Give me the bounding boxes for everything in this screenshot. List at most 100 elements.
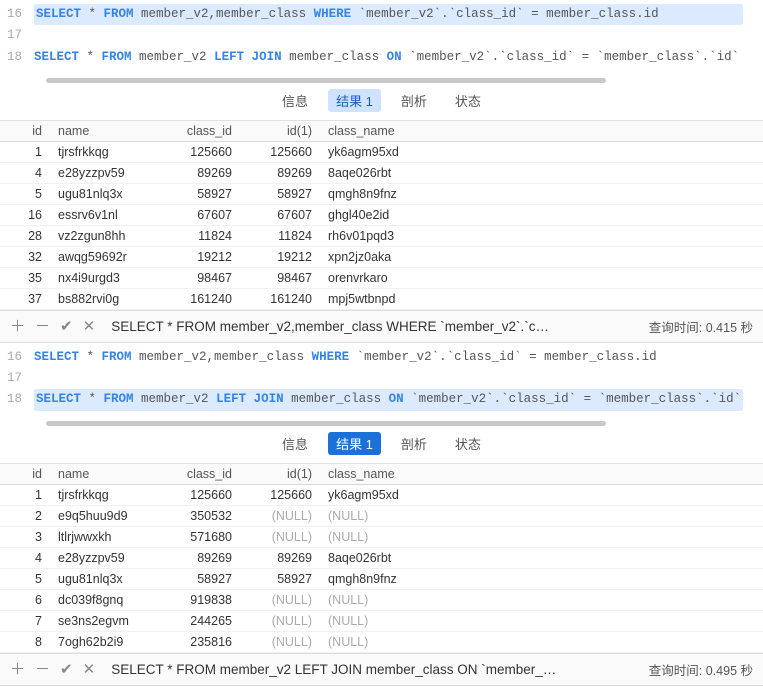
add-row-icon[interactable]: ＋ [10, 662, 25, 677]
table-row[interactable]: 5ugu81nlq3x5892758927qmgh8n9fnz [0, 183, 763, 204]
commit-icon[interactable]: ✔ [60, 662, 73, 677]
cell[interactable]: (NULL) [320, 589, 763, 610]
cell[interactable]: 19212 [160, 246, 240, 267]
table-row[interactable]: 7se3ns2egvm244265(NULL)(NULL) [0, 610, 763, 631]
cell[interactable]: ghgl40e2id [320, 204, 763, 225]
cell[interactable]: 125660 [160, 141, 240, 162]
cell[interactable]: (NULL) [320, 610, 763, 631]
cell[interactable]: (NULL) [240, 505, 320, 526]
cell[interactable]: 5 [0, 568, 50, 589]
tab-status[interactable]: 状态 [447, 89, 489, 112]
cell[interactable]: 235816 [160, 631, 240, 652]
remove-row-icon[interactable]: － [35, 662, 50, 677]
cell[interactable]: (NULL) [240, 631, 320, 652]
col-class-name[interactable]: class_name [320, 464, 763, 485]
cell[interactable]: 11824 [240, 225, 320, 246]
cell[interactable]: xpn2jz0aka [320, 246, 763, 267]
cell[interactable]: 161240 [240, 288, 320, 309]
commit-icon[interactable]: ✔ [60, 319, 73, 334]
editor-line[interactable]: 18SELECT * FROM member_v2 LEFT JOIN memb… [0, 389, 763, 410]
cell[interactable]: 37 [0, 288, 50, 309]
cell[interactable]: 28 [0, 225, 50, 246]
cell[interactable]: tjrsfrkkqg [50, 484, 160, 505]
cell[interactable]: 2 [0, 505, 50, 526]
cell[interactable]: yk6agm95xd [320, 141, 763, 162]
cell[interactable]: e28yzzpv59 [50, 547, 160, 568]
cell[interactable]: 89269 [160, 162, 240, 183]
table-row[interactable]: 32awqg59692r1921219212xpn2jz0aka [0, 246, 763, 267]
col-class-name[interactable]: class_name [320, 121, 763, 142]
cell[interactable]: ltlrjwwxkh [50, 526, 160, 547]
code[interactable]: SELECT * FROM member_v2 LEFT JOIN member… [34, 47, 743, 68]
table-row[interactable]: 87ogh62b2i9235816(NULL)(NULL) [0, 631, 763, 652]
col-id[interactable]: id [0, 464, 50, 485]
cell[interactable]: 125660 [160, 484, 240, 505]
cell[interactable]: 11824 [160, 225, 240, 246]
cell[interactable]: yk6agm95xd [320, 484, 763, 505]
cell[interactable]: (NULL) [240, 526, 320, 547]
cell[interactable]: 161240 [160, 288, 240, 309]
col-name[interactable]: name [50, 121, 160, 142]
col-class-id[interactable]: class_id [160, 121, 240, 142]
cell[interactable]: 89269 [240, 162, 320, 183]
tab-result[interactable]: 结果 1 [328, 89, 381, 112]
code[interactable]: SELECT * FROM member_v2 LEFT JOIN member… [34, 389, 743, 410]
cell[interactable]: 7ogh62b2i9 [50, 631, 160, 652]
cell[interactable]: 350532 [160, 505, 240, 526]
cell[interactable]: 8 [0, 631, 50, 652]
cell[interactable]: tjrsfrkkqg [50, 141, 160, 162]
cell[interactable]: 89269 [160, 547, 240, 568]
cell[interactable]: 4 [0, 162, 50, 183]
cell[interactable]: 3 [0, 526, 50, 547]
table-row[interactable]: 37bs882rvi0g161240161240mpj5wtbnpd [0, 288, 763, 309]
cell[interactable]: (NULL) [240, 610, 320, 631]
table-row[interactable]: 4e28yzzpv5989269892698aqe026rbt [0, 547, 763, 568]
cell[interactable]: awqg59692r [50, 246, 160, 267]
cell[interactable]: (NULL) [320, 631, 763, 652]
col-id1[interactable]: id(1) [240, 464, 320, 485]
cell[interactable]: nx4i9urgd3 [50, 267, 160, 288]
cell[interactable]: essrv6v1nl [50, 204, 160, 225]
editor-line[interactable]: 16SELECT * FROM member_v2,member_class W… [0, 347, 763, 368]
tab-result[interactable]: 结果 1 [328, 432, 381, 455]
editor-line[interactable]: 17 [0, 25, 763, 46]
cell[interactable]: 98467 [160, 267, 240, 288]
cell[interactable]: 919838 [160, 589, 240, 610]
cell[interactable]: qmgh8n9fnz [320, 568, 763, 589]
cell[interactable]: (NULL) [240, 589, 320, 610]
cell[interactable]: 58927 [240, 568, 320, 589]
cell[interactable]: vz2zgun8hh [50, 225, 160, 246]
cell[interactable]: 35 [0, 267, 50, 288]
table-row[interactable]: 1tjrsfrkkqg125660125660yk6agm95xd [0, 141, 763, 162]
cell[interactable]: e28yzzpv59 [50, 162, 160, 183]
sql-editor[interactable]: 16SELECT * FROM member_v2,member_class W… [0, 0, 763, 74]
tab-profile[interactable]: 剖析 [393, 89, 435, 112]
cell[interactable]: (NULL) [320, 526, 763, 547]
cell[interactable]: 125660 [240, 484, 320, 505]
cell[interactable]: qmgh8n9fnz [320, 183, 763, 204]
code[interactable]: SELECT * FROM member_v2,member_class WHE… [34, 4, 743, 25]
table-row[interactable]: 16essrv6v1nl6760767607ghgl40e2id [0, 204, 763, 225]
col-id1[interactable]: id(1) [240, 121, 320, 142]
cell[interactable]: ugu81nlq3x [50, 568, 160, 589]
table-row[interactable]: 4e28yzzpv5989269892698aqe026rbt [0, 162, 763, 183]
table-row[interactable]: 1tjrsfrkkqg125660125660yk6agm95xd [0, 484, 763, 505]
cancel-icon[interactable]: ✕ [83, 319, 96, 334]
cell[interactable]: 32 [0, 246, 50, 267]
cell[interactable]: 125660 [240, 141, 320, 162]
cell[interactable]: orenvrkaro [320, 267, 763, 288]
code[interactable]: SELECT * FROM member_v2,member_class WHE… [34, 347, 743, 368]
sql-editor[interactable]: 16SELECT * FROM member_v2,member_class W… [0, 343, 763, 417]
cell[interactable]: 89269 [240, 547, 320, 568]
cell[interactable]: 7 [0, 610, 50, 631]
code[interactable] [34, 368, 743, 389]
cell[interactable]: 5 [0, 183, 50, 204]
table-row[interactable]: 2e9q5huu9d9350532(NULL)(NULL) [0, 505, 763, 526]
cell[interactable]: 1 [0, 484, 50, 505]
col-id[interactable]: id [0, 121, 50, 142]
cell[interactable]: dc039f8gnq [50, 589, 160, 610]
cell[interactable]: 6 [0, 589, 50, 610]
cell[interactable]: mpj5wtbnpd [320, 288, 763, 309]
col-class-id[interactable]: class_id [160, 464, 240, 485]
col-name[interactable]: name [50, 464, 160, 485]
